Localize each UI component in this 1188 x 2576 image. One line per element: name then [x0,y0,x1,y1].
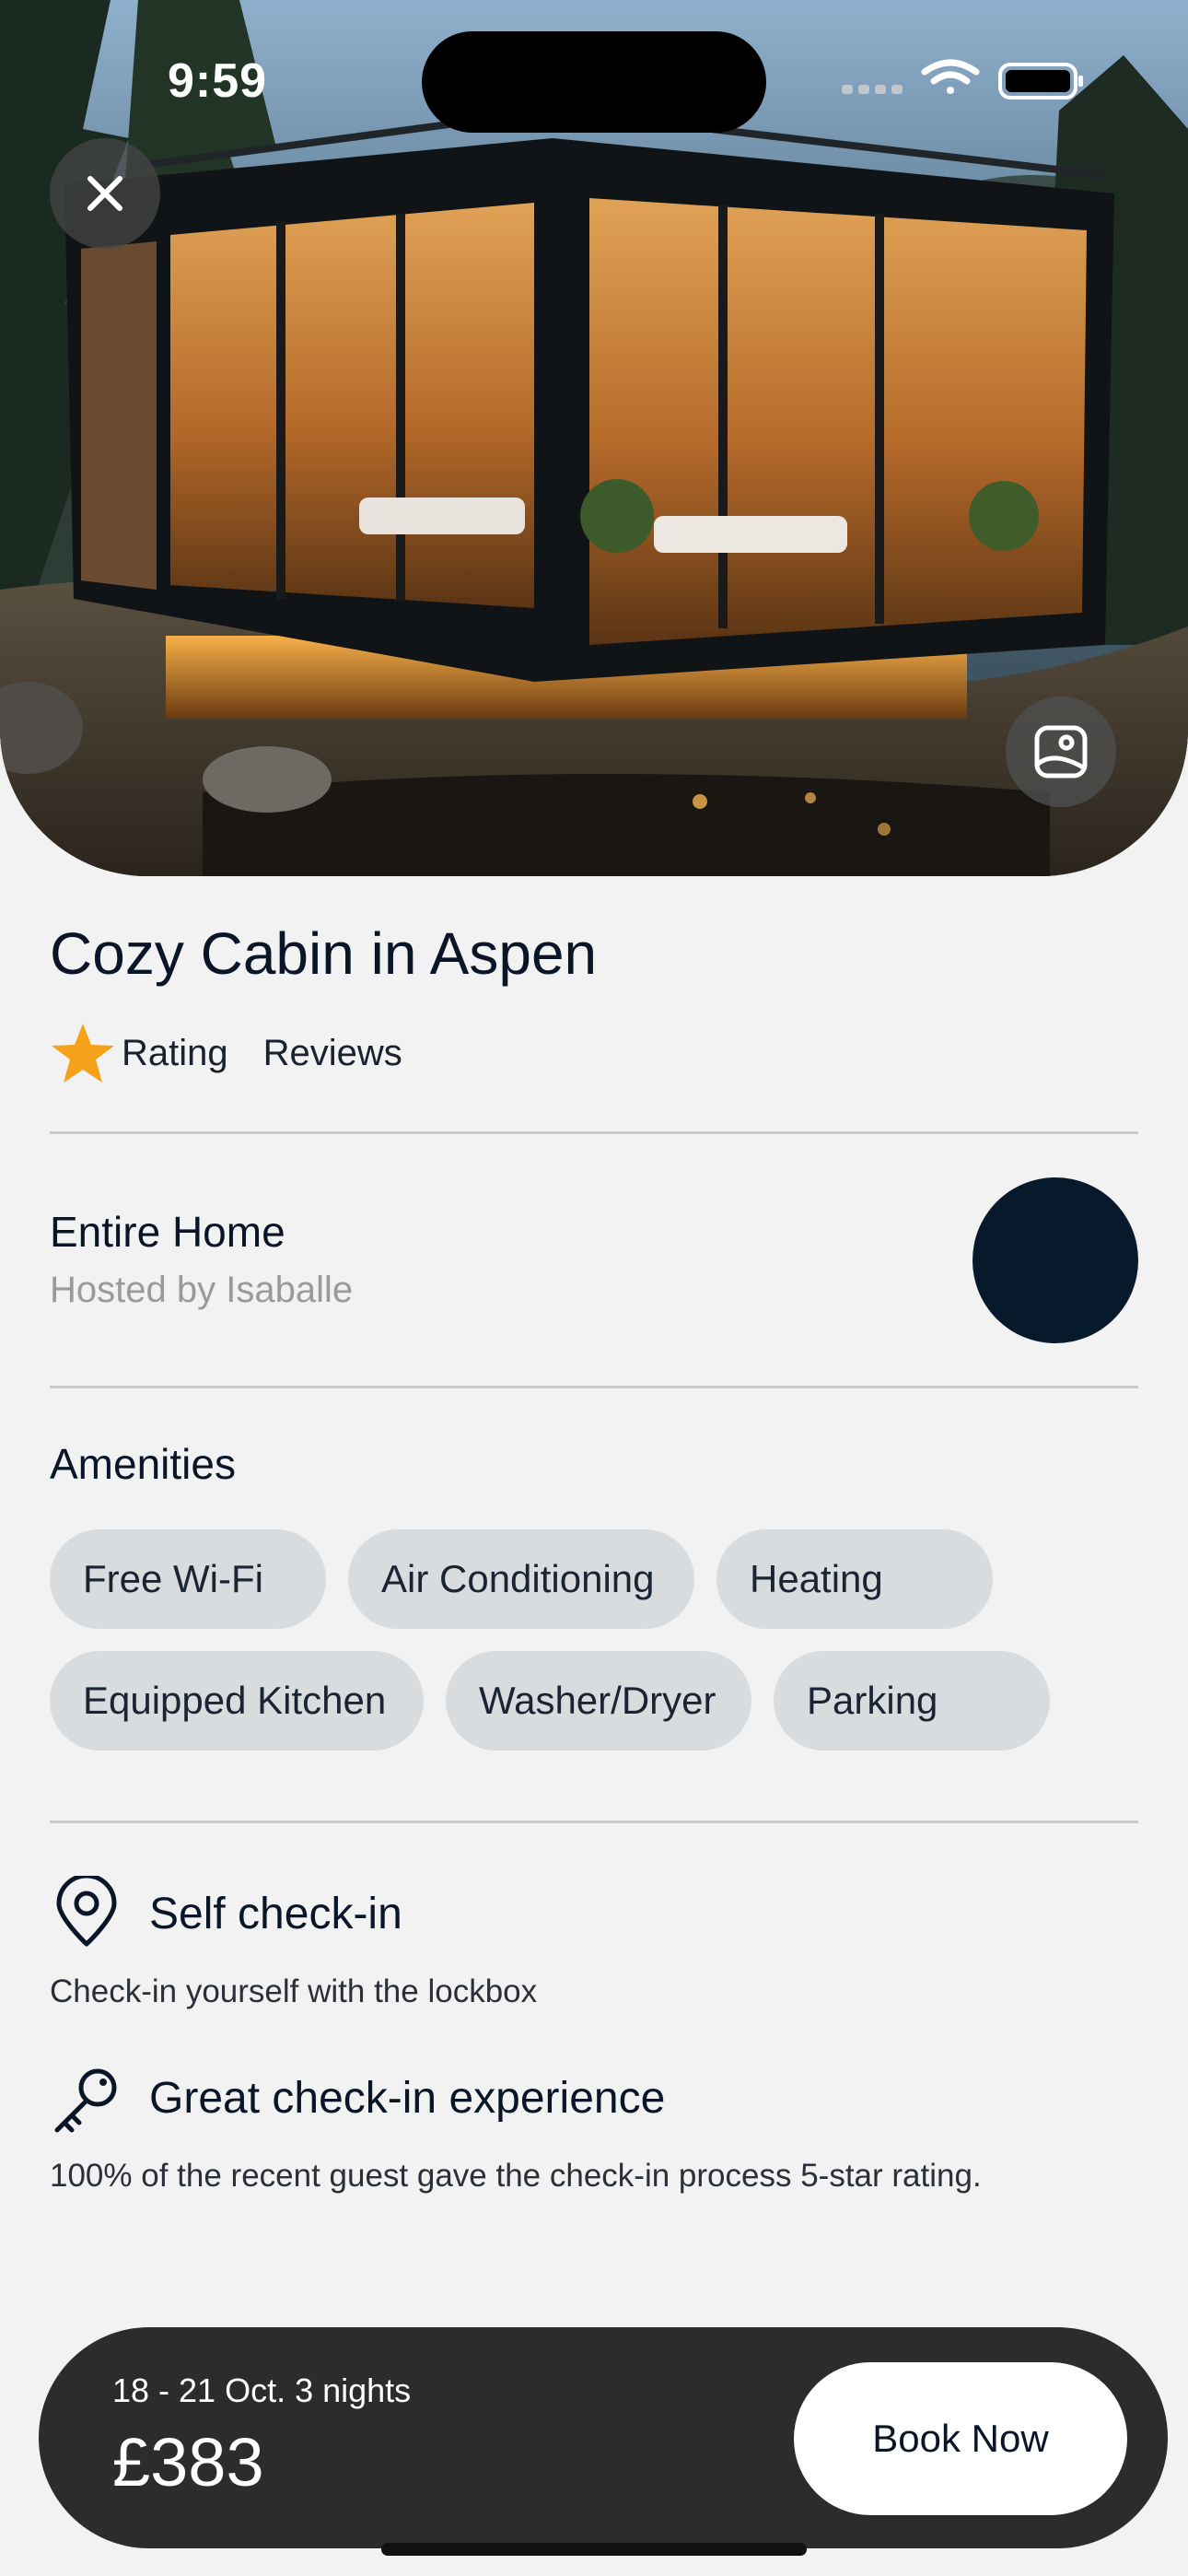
close-button[interactable] [50,138,160,249]
battery-icon [998,63,1083,100]
feature-title: Great check-in experience [149,2074,666,2123]
status-bar: 9:59 [0,0,1188,157]
close-icon [87,176,122,211]
book-now-button[interactable]: Book Now [794,2362,1127,2515]
dynamic-island [422,31,766,133]
signal-icon [842,85,903,94]
booking-bar: 18 - 21 Oct. 3 nights £383 Book Now [39,2327,1168,2548]
booking-price: £383 [112,2424,264,2500]
amenity-chip[interactable]: Washer/Dryer [446,1651,751,1751]
image-gallery-button[interactable] [1006,697,1116,807]
host-name: Hosted by Isaballe [50,1270,354,1310]
image-gallery-icon [1034,725,1088,779]
listing-detail-screen: 9:59 Cozy Cabin in Aspen Rating Reviews … [0,0,1188,2576]
rating-row[interactable]: Rating Reviews [50,1021,402,1085]
host-type: Entire Home [50,1208,285,1256]
listing-title: Cozy Cabin in Aspen [50,920,598,987]
divider [50,1131,1138,1134]
booking-dates[interactable]: 18 - 21 Oct. 3 nights [112,2371,411,2410]
wifi-icon [921,59,980,94]
amenity-chip[interactable]: Free Wi-Fi [50,1529,326,1629]
amenity-chip[interactable]: Heating [716,1529,993,1629]
key-icon [54,2068,117,2133]
divider [50,1386,1138,1388]
divider [50,1821,1138,1823]
avatar[interactable] [973,1177,1138,1343]
amenity-chip[interactable]: Equipped Kitchen [50,1651,424,1751]
home-indicator[interactable] [381,2543,807,2556]
hero-image[interactable]: 9:59 [0,0,1188,876]
reviews-link[interactable]: Reviews [263,1033,402,1074]
rating-label: Rating [122,1032,228,1073]
location-pin-icon [56,1876,117,1947]
feature-description: 100% of the recent guest gave the check-… [50,2158,982,2194]
feature-description: Check-in yourself with the lockbox [50,1973,538,2009]
star-icon [52,1024,114,1083]
amenity-chip[interactable]: Air Conditioning [348,1529,694,1629]
amenities-title: Amenities [50,1440,236,1488]
feature-title: Self check-in [149,1890,402,1938]
status-icons [838,57,1087,103]
status-time: 9:59 [168,54,268,108]
amenity-chip[interactable]: Parking [774,1651,1050,1751]
